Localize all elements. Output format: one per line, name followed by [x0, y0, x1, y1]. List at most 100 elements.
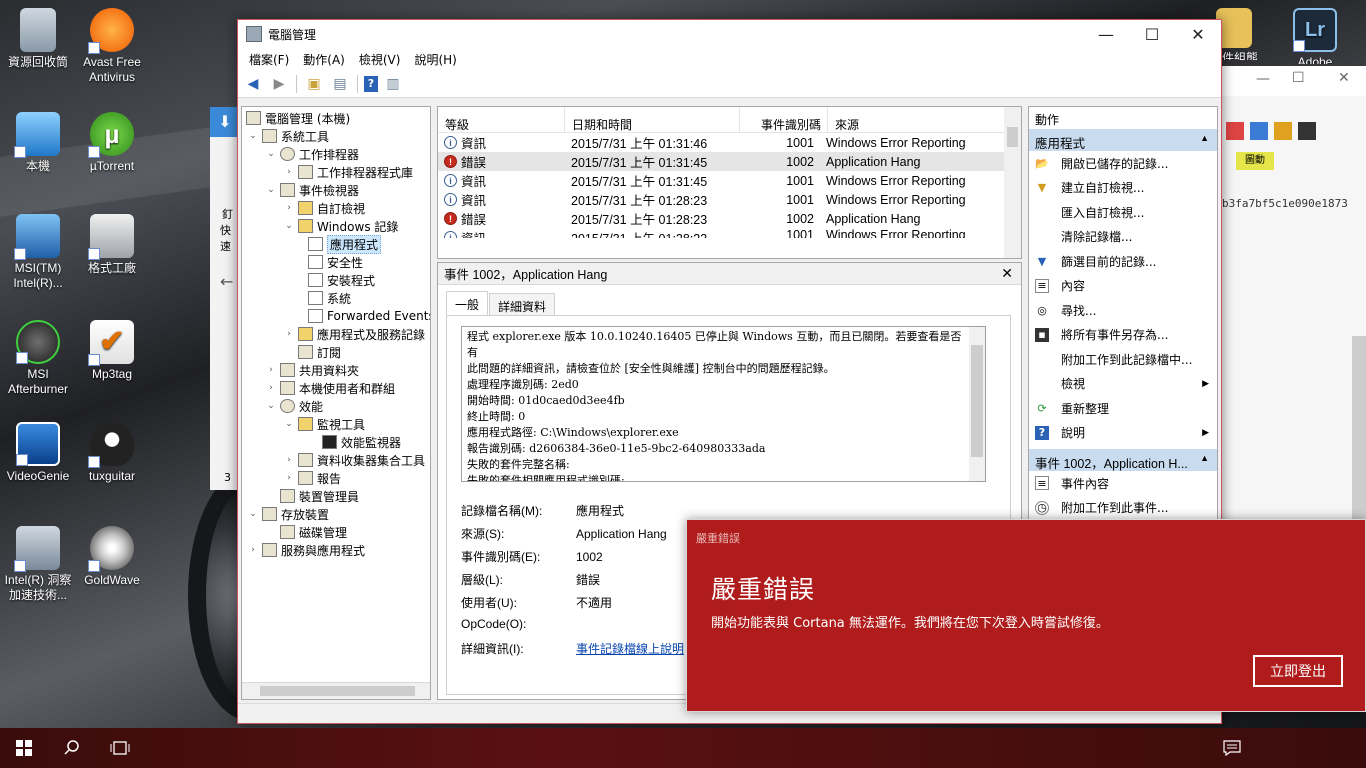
chevron-down-icon[interactable]: ⌄	[284, 221, 294, 231]
tree-node-event-viewer[interactable]: ⌄ 事件檢視器	[266, 181, 359, 199]
desktop-icon-this-pc[interactable]: 本機	[0, 112, 76, 174]
close-icon[interactable]: ✕	[1338, 70, 1350, 86]
forward-arrow-icon[interactable]: ▶	[268, 73, 290, 95]
menu-view[interactable]: 檢視(V)	[352, 51, 408, 68]
console-tree[interactable]: 電腦管理 (本機) ⌄ 系統工具 ⌄ 工作排程器 › 工作排程器程式庫 ⌄ 事件檢視器 …	[241, 106, 431, 700]
action-open-saved-log[interactable]: 📂 開啟已儲存的記錄...	[1029, 151, 1217, 176]
chevron-right-icon[interactable]: ›	[248, 545, 258, 555]
column-event-id[interactable]: 事件識別碼	[740, 107, 828, 132]
desktop-icon-recycle-bin[interactable]: 資源回收筒	[0, 8, 76, 70]
desktop-icon-mp3tag[interactable]: ✔ Mp3tag	[74, 320, 150, 382]
description-scrollbar[interactable]	[969, 327, 985, 481]
show-hide-tree-icon[interactable]: ▤	[329, 73, 351, 95]
chevron-down-icon[interactable]: ⌄	[266, 401, 276, 411]
event-list[interactable]: 等級 日期和時間 事件識別碼 來源 i 資訊 2015/7/31 上午 01:31…	[437, 106, 1022, 259]
tree-node-security[interactable]: 安全性	[308, 253, 363, 271]
desktop-icon-lightroom[interactable]: Lr Adobe	[1280, 8, 1350, 64]
minimize-button[interactable]: —	[1083, 20, 1129, 48]
action-view[interactable]: 檢視 ▶	[1029, 372, 1217, 397]
chevron-right-icon[interactable]: ›	[266, 383, 276, 393]
sign-out-now-button[interactable]: 立即登出	[1253, 655, 1343, 687]
search-button[interactable]	[48, 728, 96, 768]
action-center-button[interactable]	[1208, 728, 1256, 768]
chevron-down-icon[interactable]: ⌄	[266, 149, 276, 159]
start-button[interactable]	[0, 728, 48, 768]
tree-node-custom-views[interactable]: › 自訂檢視	[284, 199, 365, 217]
close-button[interactable]: ✕	[1175, 20, 1221, 48]
actions-section-application[interactable]: 應用程式 ▲	[1029, 129, 1217, 151]
bg-tag[interactable]: 圖動	[1236, 152, 1274, 170]
scrollbar-thumb[interactable]	[260, 686, 415, 696]
close-icon[interactable]: ✕	[1001, 265, 1013, 282]
column-level[interactable]: 等級	[438, 107, 565, 132]
chevron-right-icon[interactable]: ›	[284, 473, 294, 483]
tree-node-performance-monitor[interactable]: 效能監視器	[322, 433, 401, 451]
chevron-right-icon[interactable]: ›	[284, 167, 294, 177]
chevron-right-icon[interactable]: ›	[284, 455, 294, 465]
chevron-right-icon[interactable]: ›	[266, 365, 276, 375]
tree-node-monitoring-tools[interactable]: ⌄ 監視工具	[284, 415, 365, 433]
tree-node-services-apps[interactable]: › 服務與應用程式	[248, 541, 365, 559]
action-properties[interactable]: ≡ 內容	[1029, 274, 1217, 299]
desktop-icon-tuxguitar[interactable]: tuxguitar	[74, 422, 150, 484]
background-window-left[interactable]: ⬇ 釘 快速 ← 3	[210, 107, 240, 490]
background-window-right[interactable]: — ☐ ✕ 圖動 b3fa7bf5c1e090e1873	[1222, 66, 1366, 521]
tree-node-device-manager[interactable]: 裝置管理員	[280, 487, 359, 505]
tree-node-root[interactable]: 電腦管理 (本機)	[246, 109, 350, 127]
tree-node-system[interactable]: 系統	[308, 289, 351, 307]
up-folder-icon[interactable]: ▣	[303, 73, 325, 95]
translate-icon[interactable]	[1250, 122, 1268, 140]
show-hide-action-pane-icon[interactable]: ▥	[382, 73, 404, 95]
action-find[interactable]: ◎ 尋找...	[1029, 298, 1217, 323]
chevron-right-icon[interactable]: ›	[284, 329, 294, 339]
action-filter-current-log[interactable]: ▼ 篩選目前的記錄...	[1029, 249, 1217, 274]
tree-node-subscriptions[interactable]: 訂閱	[298, 343, 341, 361]
action-save-all-events[interactable]: ▪ 將所有事件另存為...	[1029, 323, 1217, 348]
menu-action[interactable]: 動作(A)	[296, 51, 352, 68]
tree-node-setup[interactable]: 安裝程式	[308, 271, 375, 289]
action-clear-log[interactable]: 清除記錄檔...	[1029, 225, 1217, 250]
tree-horizontal-scrollbar[interactable]	[242, 682, 430, 699]
maximize-button[interactable]: ☐	[1129, 20, 1175, 48]
chevron-down-icon[interactable]: ⌄	[248, 509, 258, 519]
action-attach-task-event[interactable]: ◷ 附加工作到此事件...	[1029, 496, 1217, 521]
desktop-icon-msi-intel[interactable]: MSI(TM) Intel(R)...	[0, 214, 76, 291]
tree-node-task-library[interactable]: › 工作排程器程式庫	[284, 163, 413, 181]
menu-help[interactable]: 說明(H)	[407, 51, 463, 68]
minimize-icon[interactable]: —	[1256, 71, 1270, 87]
chevron-down-icon[interactable]: ⌄	[284, 419, 294, 429]
tree-node-reports[interactable]: › 報告	[284, 469, 341, 487]
tree-node-local-users[interactable]: › 本機使用者和群組	[266, 379, 395, 397]
help-icon[interactable]: ?	[364, 75, 378, 92]
scrollbar[interactable]	[1352, 336, 1366, 521]
event-row[interactable]: ! 錯誤 2015/7/31 上午 01:28:23 1002 Applicati…	[438, 209, 1021, 228]
desktop-icon-avast[interactable]: Avast Free Antivirus	[74, 8, 150, 85]
desktop-icon-goldwave[interactable]: GoldWave	[74, 526, 150, 588]
collapse-icon[interactable]: ▲	[1200, 453, 1209, 463]
tree-node-storage[interactable]: ⌄ 存放裝置	[248, 505, 329, 523]
collapse-icon[interactable]: ▲	[1200, 133, 1209, 143]
column-datetime[interactable]: 日期和時間	[565, 107, 740, 132]
tree-node-windows-logs[interactable]: ⌄ Windows 記錄	[284, 217, 398, 235]
chevron-down-icon[interactable]: ⌄	[266, 185, 276, 195]
tree-node-data-collector-sets[interactable]: › 資料收集器集合工具	[284, 451, 425, 469]
event-row[interactable]: i 資訊 2015/7/31 上午 01:31:45 1001 Windows E…	[438, 171, 1021, 190]
action-import-custom-view[interactable]: 匯入自訂檢視...	[1029, 200, 1217, 225]
desktop-icon-intel-srt[interactable]: Intel(R) 洞察 加速技術...	[0, 526, 76, 603]
tree-node-forwarded-events[interactable]: Forwarded Events	[308, 307, 430, 325]
action-create-custom-view[interactable]: ▼ 建立自訂檢視...	[1029, 176, 1217, 201]
scrollbar-thumb[interactable]	[1007, 127, 1018, 147]
chevron-right-icon[interactable]: ›	[284, 203, 294, 213]
menu-file[interactable]: 檔案(F)	[242, 51, 296, 68]
maximize-icon[interactable]: ☐	[1292, 70, 1305, 86]
tree-node-performance[interactable]: ⌄ 效能	[266, 397, 323, 415]
scrollbar-thumb[interactable]	[971, 345, 983, 457]
desktop-icon-videogenie[interactable]: VideoGenie	[0, 422, 76, 484]
extension-icon[interactable]	[1226, 122, 1244, 140]
event-list-scrollbar[interactable]	[1004, 107, 1021, 258]
tree-node-application[interactable]: 應用程式	[308, 234, 382, 254]
tab-general[interactable]: 一般	[446, 291, 489, 315]
event-row[interactable]: i資訊 2015/7/31 上午 01:28:23 1001 Windows E…	[438, 228, 1021, 238]
tree-node-task-scheduler[interactable]: ⌄ 工作排程器	[266, 145, 359, 163]
event-row[interactable]: i 資訊 2015/7/31 上午 01:31:46 1001 Windows E…	[438, 133, 1021, 152]
